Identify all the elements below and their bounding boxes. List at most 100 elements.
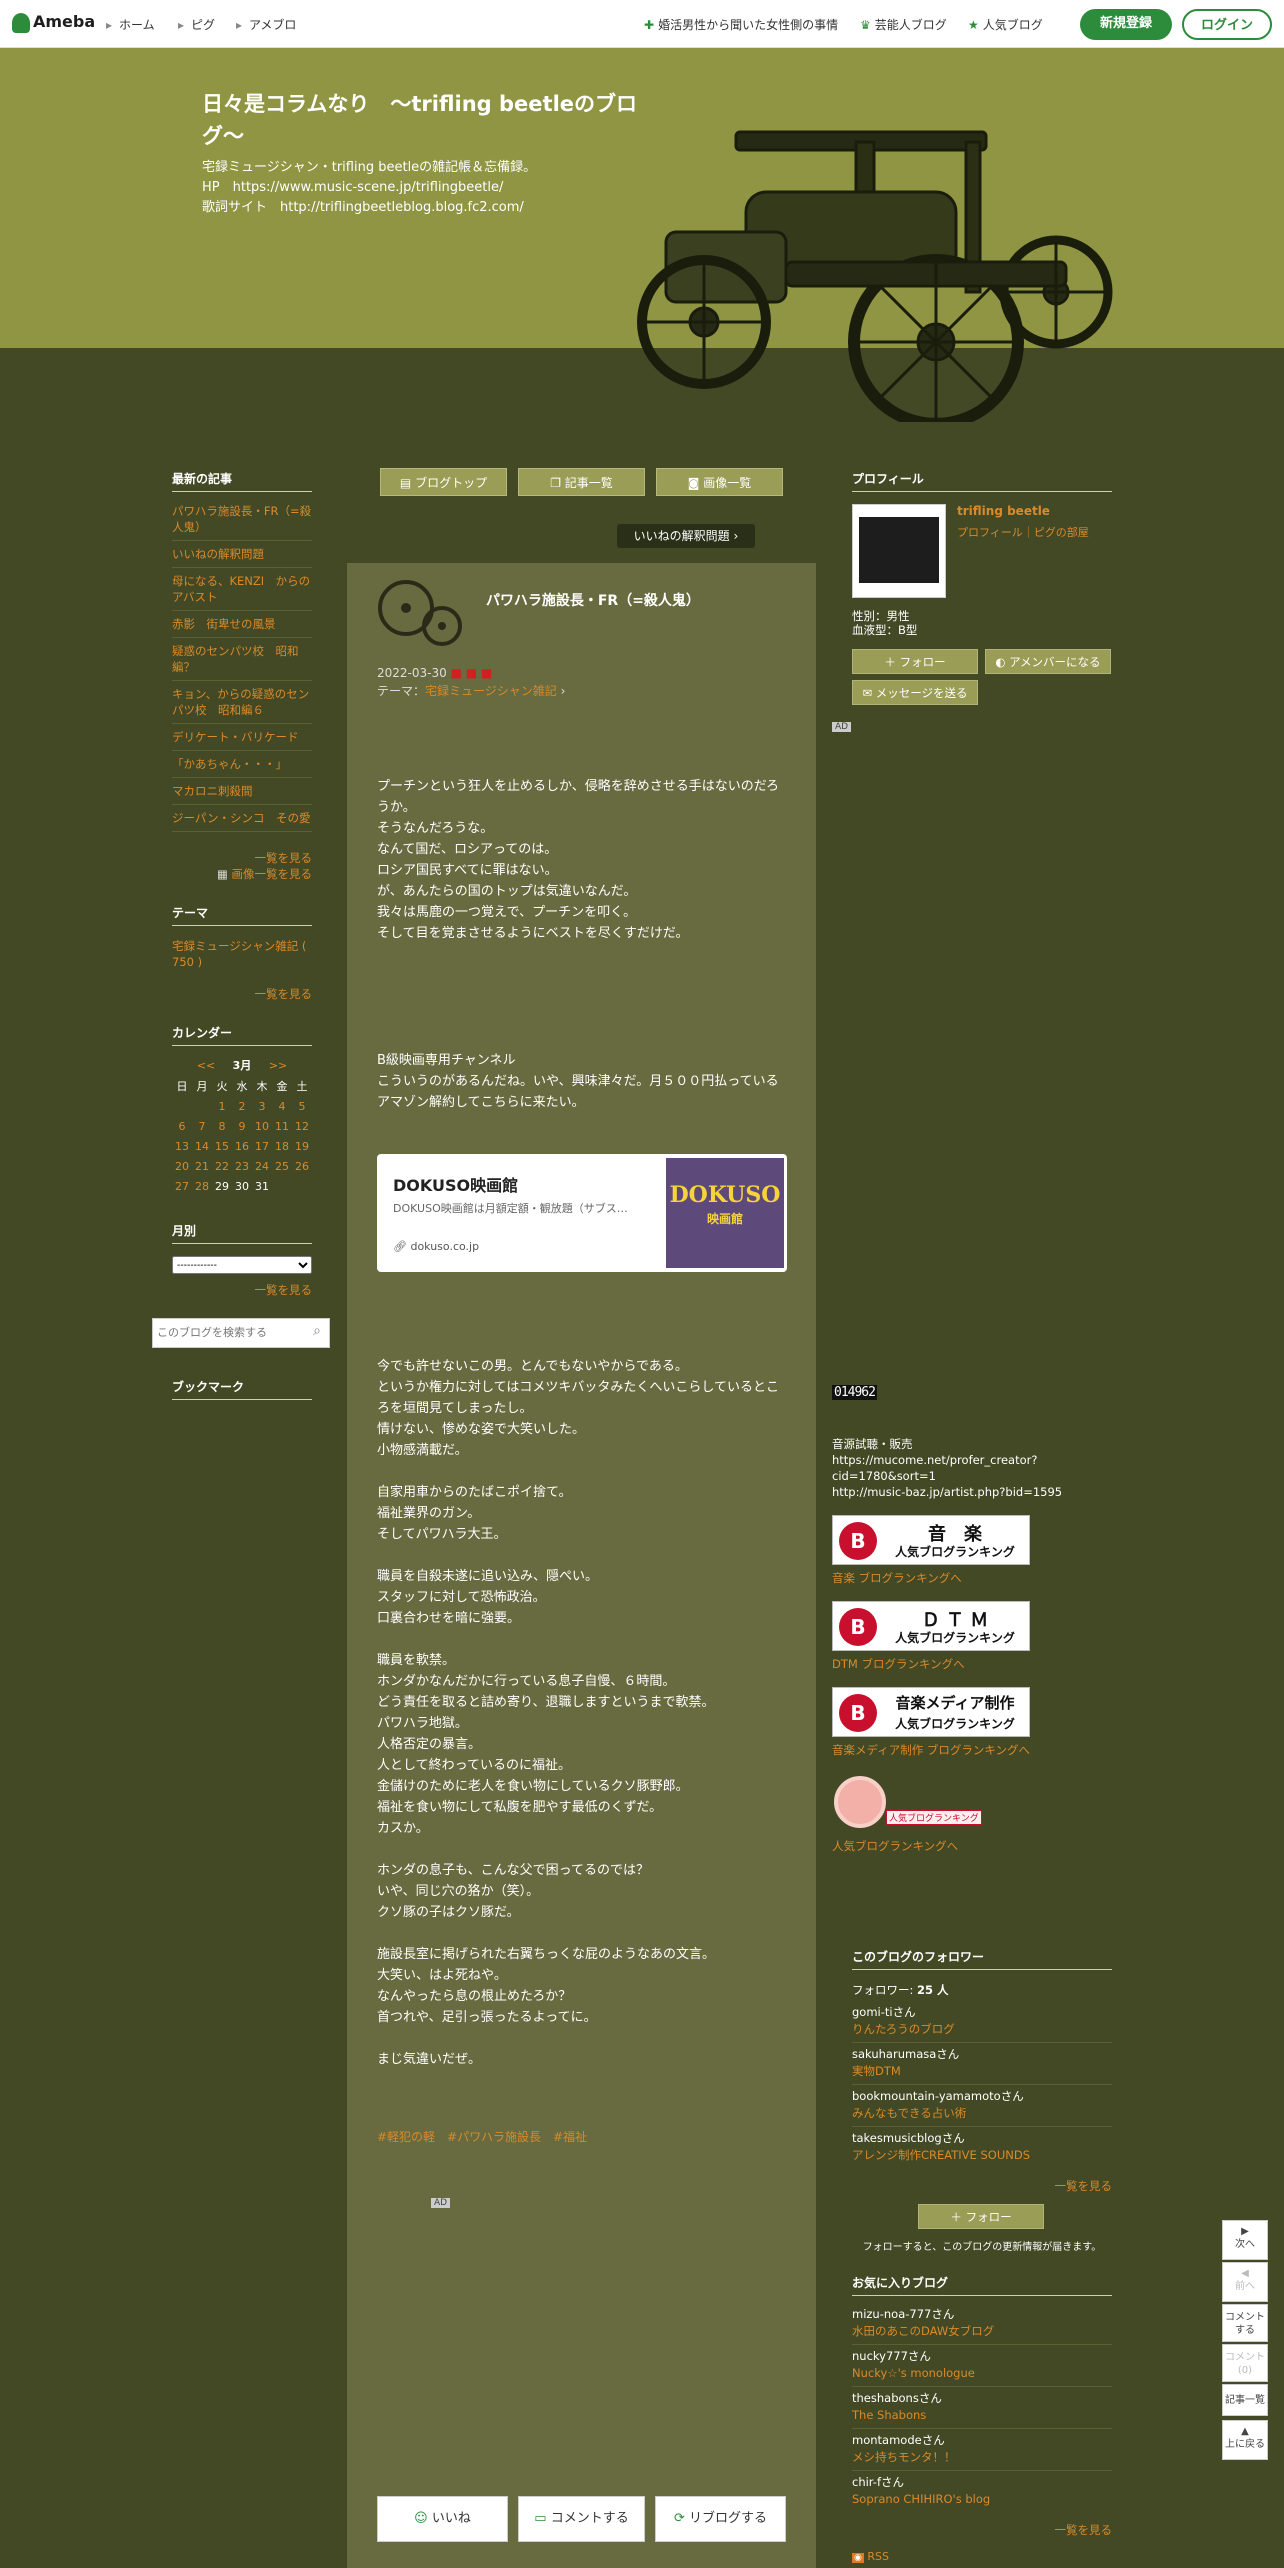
calendar-day[interactable]: 19: [292, 1136, 312, 1156]
recent-item[interactable]: デリケート・バリケード: [172, 724, 312, 751]
sales-text[interactable]: 音源試聴・販売 https://mucome.net/profer_creato…: [832, 1436, 1122, 1500]
tab-blog-top[interactable]: ▤ ブログトップ: [380, 468, 507, 496]
calendar-next[interactable]: >>: [269, 1059, 287, 1072]
favorite-item[interactable]: nucky777さん Nucky☆'s monologue: [852, 2348, 1112, 2387]
theme-link[interactable]: 宅録ミュージシャン雑記: [425, 684, 557, 698]
popular-ranking-link[interactable]: 人気ブログランキングへ: [832, 1838, 958, 1854]
calendar-day[interactable]: 12: [292, 1116, 312, 1136]
recent-item[interactable]: パワハラ施設長・FR（=殺人鬼）: [172, 498, 312, 541]
message-button[interactable]: ✉ メッセージを送る: [852, 680, 978, 705]
follower-item[interactable]: takesmusicblogさん アレンジ制作CREATIVE SOUNDS: [852, 2130, 1112, 2168]
calendar-day[interactable]: 26: [292, 1156, 312, 1176]
favorite-item[interactable]: theshabonsさん The Shabons: [852, 2390, 1112, 2429]
calendar-day[interactable]: 30: [232, 1176, 252, 1196]
float-article-list[interactable]: 記事一覧: [1222, 2384, 1268, 2416]
like-button[interactable]: ☺ いいね: [377, 2496, 508, 2542]
nav-ameblo[interactable]: アメブロ: [236, 16, 296, 33]
calendar-day[interactable]: 21: [192, 1156, 212, 1176]
profile-follow-button[interactable]: ＋ フォロー: [852, 649, 978, 674]
signup-button[interactable]: 新規登録: [1080, 9, 1172, 40]
favorite-item[interactable]: chir-fさん Soprano CHIHIRO's blog: [852, 2474, 1112, 2512]
profile-links[interactable]: プロフィール｜ピグの部屋: [957, 524, 1089, 540]
recent-item[interactable]: 疑惑のセンパツ校 昭和編？: [172, 638, 312, 681]
theme-more-link[interactable]: 一覧を見る: [172, 986, 313, 1002]
login-button[interactable]: ログイン: [1182, 9, 1272, 40]
followers-more-link[interactable]: 一覧を見る: [852, 2178, 1113, 2194]
tab-image-list[interactable]: ◙ 画像一覧: [656, 468, 783, 496]
calendar-day[interactable]: 3: [252, 1096, 272, 1116]
prev-article-link[interactable]: いいねの解釈問題 ›: [617, 524, 755, 548]
calendar-day[interactable]: 22: [212, 1156, 232, 1176]
calendar-day[interactable]: 15: [212, 1136, 232, 1156]
celebrity-blog-link[interactable]: ♛ 芸能人ブログ: [860, 16, 947, 33]
recent-item[interactable]: 「かあちゃん・・・」: [172, 751, 312, 778]
next-article-button[interactable]: ▶ 次へ: [1222, 2220, 1268, 2260]
calendar-day[interactable]: 24: [252, 1156, 272, 1176]
favorite-item[interactable]: mizu-noa-777さん 水田のあこのDAW女ブログ: [852, 2306, 1112, 2345]
calendar-day[interactable]: 10: [252, 1116, 272, 1136]
favorite-item[interactable]: montamodeさん メシ持ちモンタ！！: [852, 2432, 1112, 2471]
calendar-day[interactable]: 8: [212, 1116, 232, 1136]
ameba-logo[interactable]: Ameba: [12, 12, 95, 33]
calendar-day[interactable]: 16: [232, 1136, 252, 1156]
calendar-day[interactable]: 1: [212, 1096, 232, 1116]
image-list-link[interactable]: ▦ 画像一覧を見る: [172, 866, 312, 882]
search-icon[interactable]: ⌕: [313, 1323, 321, 1339]
calendar-prev[interactable]: <<: [197, 1059, 215, 1072]
popular-ranking-badge[interactable]: 人気ブログランキング: [886, 1810, 982, 1825]
calendar-day[interactable]: 7: [192, 1116, 212, 1136]
amember-button[interactable]: ◐ アメンバーになる: [985, 649, 1111, 674]
ranking-banner-media[interactable]: B 音楽メディア制作 人気ブログランキング: [832, 1687, 1030, 1737]
calendar-day[interactable]: 18: [272, 1136, 292, 1156]
article-title[interactable]: パワハラ施設長・FR（=殺人鬼）: [486, 590, 776, 610]
calendar-day[interactable]: 6: [172, 1116, 192, 1136]
calendar-day[interactable]: 27: [172, 1176, 192, 1196]
ranking-link-music[interactable]: 音楽 ブログランキングへ: [832, 1570, 962, 1586]
calendar-day[interactable]: 11: [272, 1116, 292, 1136]
search-input[interactable]: [157, 1323, 297, 1343]
float-comment-button[interactable]: コメントする: [1222, 2304, 1268, 2342]
calendar-day[interactable]: 23: [232, 1156, 252, 1176]
calendar-day[interactable]: 4: [272, 1096, 292, 1116]
ranking-link-dtm[interactable]: DTM ブログランキングへ: [832, 1656, 965, 1672]
recent-item[interactable]: キョン、からの疑惑のセンパツ校 昭和編６: [172, 681, 312, 724]
blog-title[interactable]: 日々是コラムなり ～trifling beetleのブログ～: [202, 88, 642, 152]
theme-item[interactable]: 宅録ミュージシャン雑記 ( 750 ): [172, 938, 312, 970]
follower-item[interactable]: bookmountain-yamamotoさん みんなもできる占い術: [852, 2088, 1112, 2127]
favorites-more-link[interactable]: 一覧を見る: [852, 2522, 1113, 2538]
back-to-top-button[interactable]: ▲ 上に戻る: [1222, 2420, 1268, 2460]
calendar-day[interactable]: 9: [232, 1116, 252, 1136]
calendar-day[interactable]: 25: [272, 1156, 292, 1176]
month-more-link[interactable]: 一覧を見る: [172, 1282, 313, 1298]
author-avatar[interactable]: [376, 576, 466, 646]
calendar-day[interactable]: 28: [192, 1176, 212, 1196]
calendar-day[interactable]: 13: [172, 1136, 192, 1156]
reblog-button[interactable]: ⟳ リブログする: [655, 2496, 786, 2542]
popular-blog-link[interactable]: ★ 人気ブログ: [968, 16, 1043, 33]
recent-item[interactable]: 母になる、KENZI からのアバスト: [172, 568, 312, 611]
recent-item[interactable]: 赤影 街卑せの風景: [172, 611, 312, 638]
ranking-banner-music[interactable]: B音 楽人気ブログランキング: [832, 1515, 1030, 1565]
nav-home[interactable]: ホーム: [106, 16, 155, 33]
link-card[interactable]: DOKUSO映画館 DOKUSO映画館は月額定額・観放題（サブス… 🔗︎ dok…: [377, 1154, 787, 1272]
profile-name[interactable]: trifling beetle: [957, 504, 1050, 518]
follower-item[interactable]: gomi-tiさん りんたろうのブログ: [852, 2004, 1112, 2043]
comment-button[interactable]: ▭ コメントする: [518, 2496, 645, 2542]
float-comment-count[interactable]: コメント(0): [1222, 2344, 1268, 2382]
recent-more-link[interactable]: 一覧を見る: [172, 850, 313, 866]
ranking-banner-dtm[interactable]: BＤ Ｔ Ｍ 人気ブログランキング: [832, 1601, 1030, 1651]
nav-pigg[interactable]: ピグ: [178, 16, 215, 33]
cake-icon[interactable]: [834, 1776, 886, 1828]
calendar-day[interactable]: 31: [252, 1176, 272, 1196]
calendar-day[interactable]: 29: [212, 1176, 232, 1196]
calendar-day[interactable]: 2: [232, 1096, 252, 1116]
calendar-day[interactable]: 5: [292, 1096, 312, 1116]
marriage-link[interactable]: ✚ 婚活男性から聞いた女性側の事情: [644, 16, 838, 33]
recent-item[interactable]: ジーパン・シンコ その愛: [172, 805, 312, 832]
recent-item[interactable]: いいねの解釈問題: [172, 541, 312, 568]
follower-item[interactable]: sakuharumasaさん 実物DTM: [852, 2046, 1112, 2085]
ranking-link-media[interactable]: 音楽メディア制作 ブログランキングへ: [832, 1742, 1030, 1758]
rss-link[interactable]: ◉ RSS: [852, 2550, 889, 2563]
tab-article-list[interactable]: ❐ 記事一覧: [518, 468, 645, 496]
month-select[interactable]: ------------: [172, 1256, 312, 1274]
